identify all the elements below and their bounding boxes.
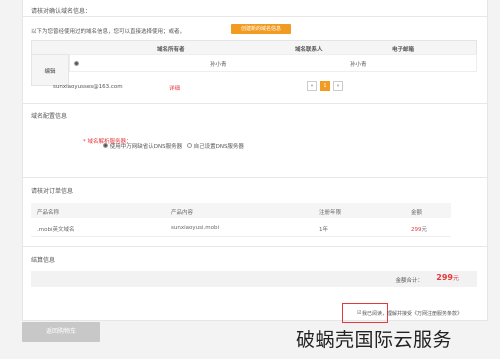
col-amount: 金额 [411, 210, 423, 216]
watermark-text: 破蜗壳国际云服务 [296, 329, 453, 351]
order-row: .mobi英文域名 sunxiaoyusi.mobi 1年 299元 [31, 220, 451, 237]
registrant-table-header: 域名所有者 域名联系人 电子邮箱 [31, 40, 477, 55]
registrant-contact: 孙小青 [350, 62, 367, 68]
order-amount: 299元 [411, 225, 427, 233]
divider [23, 177, 487, 178]
col-email: 电子邮箱 [392, 47, 415, 53]
verify-section-title: 请核对确认域名信息： [31, 8, 92, 15]
order-years: 1年 [319, 227, 328, 233]
dns-default-radio[interactable] [103, 143, 108, 148]
divider [23, 103, 487, 104]
dns-option-default[interactable]: 使用中万网缺省认DNS服务器 自己设置DNS服务器 [103, 142, 244, 150]
edit-label: 编辑 [31, 54, 69, 86]
pager-current[interactable]: 1 [320, 81, 330, 91]
dns-default-label: 使用中万网缺省认DNS服务器 [109, 144, 183, 150]
registrant-email: sunxiaoyusses@163.com [53, 84, 123, 90]
total-value: 299元 [436, 273, 459, 282]
total-box: 金额合计： 299元 [31, 271, 477, 287]
col-product-content: 产品内容 [171, 210, 194, 216]
divider [23, 16, 487, 17]
col-product-name: 产品名称 [37, 210, 60, 216]
agreement-checkbox[interactable]: ☑ [357, 310, 361, 316]
col-years: 注册年限 [319, 210, 342, 216]
order-product: .mobi英文域名 [37, 227, 75, 233]
dns-custom-label: 自己设置DNS服务器 [193, 144, 244, 150]
total-unit: 元 [452, 275, 459, 282]
agreement-text[interactable]: 我已阅读，理解并接受《万网注册服务条款》 [362, 310, 462, 317]
order-section-title: 请核对订单信息 [31, 188, 74, 195]
registrant-detail-link[interactable]: 详细 [169, 84, 180, 92]
total-amount: 299 [436, 273, 453, 282]
order-amount-value: 299 [411, 227, 422, 233]
back-to-cart-button[interactable]: 返回购物车 [22, 322, 100, 342]
col-contact: 域名联系人 [295, 47, 323, 53]
settlement-section-title: 结算信息 [31, 257, 56, 264]
pager-prev-button[interactable]: « [307, 81, 317, 91]
col-owner: 域名所有者 [157, 47, 185, 53]
order-confirm-panel: 请核对确认域名信息： 以下为您曾经使用过的域名信息，您可以直接选择使用；或者， … [22, 0, 488, 321]
total-label: 金额合计： [395, 278, 423, 284]
divider [23, 246, 487, 247]
pager-next-button[interactable]: » [333, 81, 343, 91]
registrant-row[interactable]: 孙小青 孙小青 [69, 54, 477, 72]
registrant-intro-text: 以下为您曾经使用过的域名信息，您可以直接选择使用；或者， [31, 29, 186, 35]
order-content: sunxiaoyusi.mobi [171, 225, 219, 231]
order-table-header: 产品名称 产品内容 注册年限 金额 [31, 203, 451, 218]
registrant-radio[interactable] [74, 61, 79, 66]
create-registrant-button[interactable]: 创建新的域名信息 [231, 24, 291, 34]
order-amount-unit: 元 [421, 227, 428, 233]
dns-section-title: 域名配置信息 [31, 113, 68, 120]
dns-custom-radio[interactable] [186, 143, 192, 148]
registrant-owner: 孙小青 [210, 62, 227, 68]
